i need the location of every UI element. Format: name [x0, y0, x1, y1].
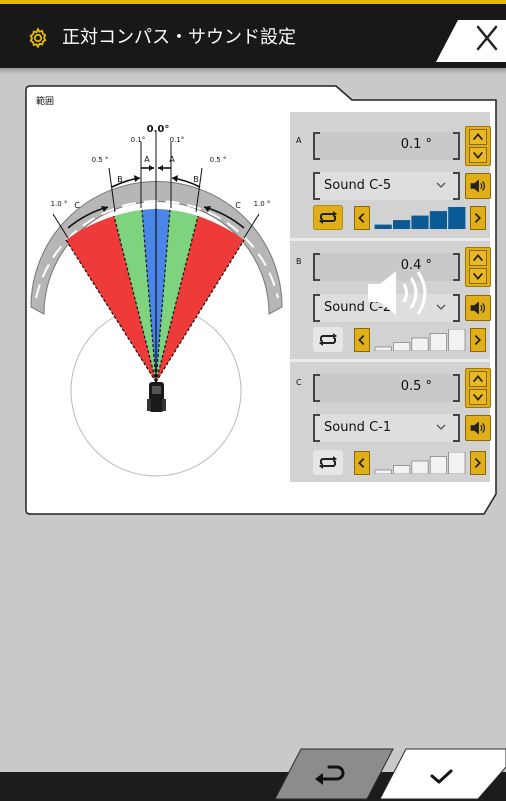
section-c-play-sound-button[interactable]	[465, 415, 491, 441]
chevron-left-icon	[358, 335, 365, 345]
chevron-down-icon	[436, 304, 446, 310]
volume-step	[374, 469, 392, 474]
chevron-down-icon[interactable]	[469, 268, 487, 284]
speaker-icon	[470, 421, 486, 435]
chevron-up-icon[interactable]	[469, 250, 487, 266]
volume-step	[411, 460, 429, 474]
section-c-sound-select[interactable]: Sound C-1	[313, 414, 460, 442]
volume-step	[392, 220, 411, 229]
chevron-down-icon	[436, 424, 446, 430]
volume-step	[448, 452, 466, 474]
section-b-play-sound-button[interactable]	[465, 295, 491, 321]
section-c-sound-value: Sound C-1	[324, 420, 392, 435]
section-a-play-sound-button[interactable]	[465, 173, 491, 199]
c-right-label: C	[235, 201, 241, 210]
page-title: 正対コンパス・サウンド設定	[62, 27, 296, 48]
a-right-value: 0.1°	[170, 136, 185, 144]
volume-step	[429, 456, 448, 474]
section-b-loop-button[interactable]	[313, 327, 343, 352]
section-divider	[290, 238, 490, 241]
c-left-value: 1.0 °	[51, 200, 68, 208]
volume-step	[411, 215, 429, 229]
section-b-volume-down-button[interactable]	[354, 328, 370, 352]
volume-step	[429, 333, 448, 351]
volume-step	[392, 342, 411, 351]
center-angle-label: 0.0°	[147, 124, 170, 135]
confirm-button[interactable]	[380, 745, 506, 801]
section-c-loop-button[interactable]	[313, 450, 343, 475]
chevron-down-icon[interactable]	[469, 147, 487, 163]
c-left-label: C	[74, 201, 80, 210]
c-right-value: 1.0 °	[254, 200, 271, 208]
volume-step	[448, 329, 466, 351]
section-a-volume-up-button[interactable]	[470, 206, 486, 230]
section-a-range-stepper[interactable]	[465, 126, 491, 166]
section-b-volume-bars	[374, 329, 466, 351]
section-a-volume-down-button[interactable]	[354, 206, 370, 230]
back-button[interactable]	[275, 745, 395, 801]
volume-step	[448, 207, 466, 229]
section-a-volume-bars	[374, 207, 466, 229]
chevron-left-icon	[358, 458, 365, 468]
section-c-range-stepper[interactable]	[465, 368, 491, 408]
section-b-volume-up-button[interactable]	[470, 328, 486, 352]
section-c-volume-bars	[374, 452, 466, 474]
volume-step	[429, 211, 448, 229]
speaker-icon	[470, 301, 486, 315]
close-button[interactable]	[436, 4, 506, 68]
section-c-range-value: 0.5 °	[400, 379, 432, 394]
a-right-label: A	[169, 155, 175, 164]
a-left-value: 0.1°	[131, 136, 146, 144]
header-shadow	[0, 68, 506, 74]
b-left-value: 0.5 °	[92, 156, 109, 164]
chevron-right-icon	[474, 213, 481, 223]
section-c-volume-down-button[interactable]	[354, 451, 370, 475]
chevron-right-icon	[474, 335, 481, 345]
chevron-up-icon[interactable]	[469, 129, 487, 145]
section-a-range-field[interactable]: 0.1 °	[313, 132, 460, 160]
chevron-right-icon	[474, 458, 481, 468]
volume-step	[392, 465, 411, 474]
section-a-loop-button[interactable]	[313, 205, 343, 230]
b-left-label: B	[117, 175, 123, 184]
chevron-left-icon	[358, 213, 365, 223]
chevron-down-icon	[436, 182, 446, 188]
speaker-icon	[470, 179, 486, 193]
header-bar: 正対コンパス・サウンド設定	[0, 4, 506, 68]
section-c-range-field[interactable]: 0.5 °	[313, 374, 460, 402]
range-label: 範囲	[36, 97, 55, 107]
section-divider	[290, 359, 490, 362]
section-a-label: A	[296, 136, 302, 145]
section-c-volume-up-button[interactable]	[470, 451, 486, 475]
section-a-sound-select[interactable]: Sound C-5	[313, 172, 460, 200]
chevron-down-icon[interactable]	[469, 389, 487, 405]
gear-icon	[29, 27, 47, 49]
a-left-label: A	[144, 155, 150, 164]
chevron-up-icon[interactable]	[469, 371, 487, 387]
sound-playing-icon	[368, 271, 427, 315]
section-b-label: B	[296, 257, 302, 266]
volume-step	[374, 224, 392, 229]
volume-step	[374, 346, 392, 351]
b-right-label: B	[193, 175, 199, 184]
compass-range-diagram: 0.0° 0.1° 0.1° 0.5 ° 0.5 ° 1.0 ° 1.0 ° A…	[30, 124, 283, 477]
tractor-icon	[147, 382, 166, 412]
section-c-label: C	[296, 378, 302, 387]
volume-step	[411, 337, 429, 351]
section-a-range-value: 0.1 °	[400, 137, 432, 152]
section-b-range-stepper[interactable]	[465, 247, 491, 287]
section-a-sound-value: Sound C-5	[324, 178, 392, 193]
b-right-value: 0.5 °	[210, 156, 227, 164]
